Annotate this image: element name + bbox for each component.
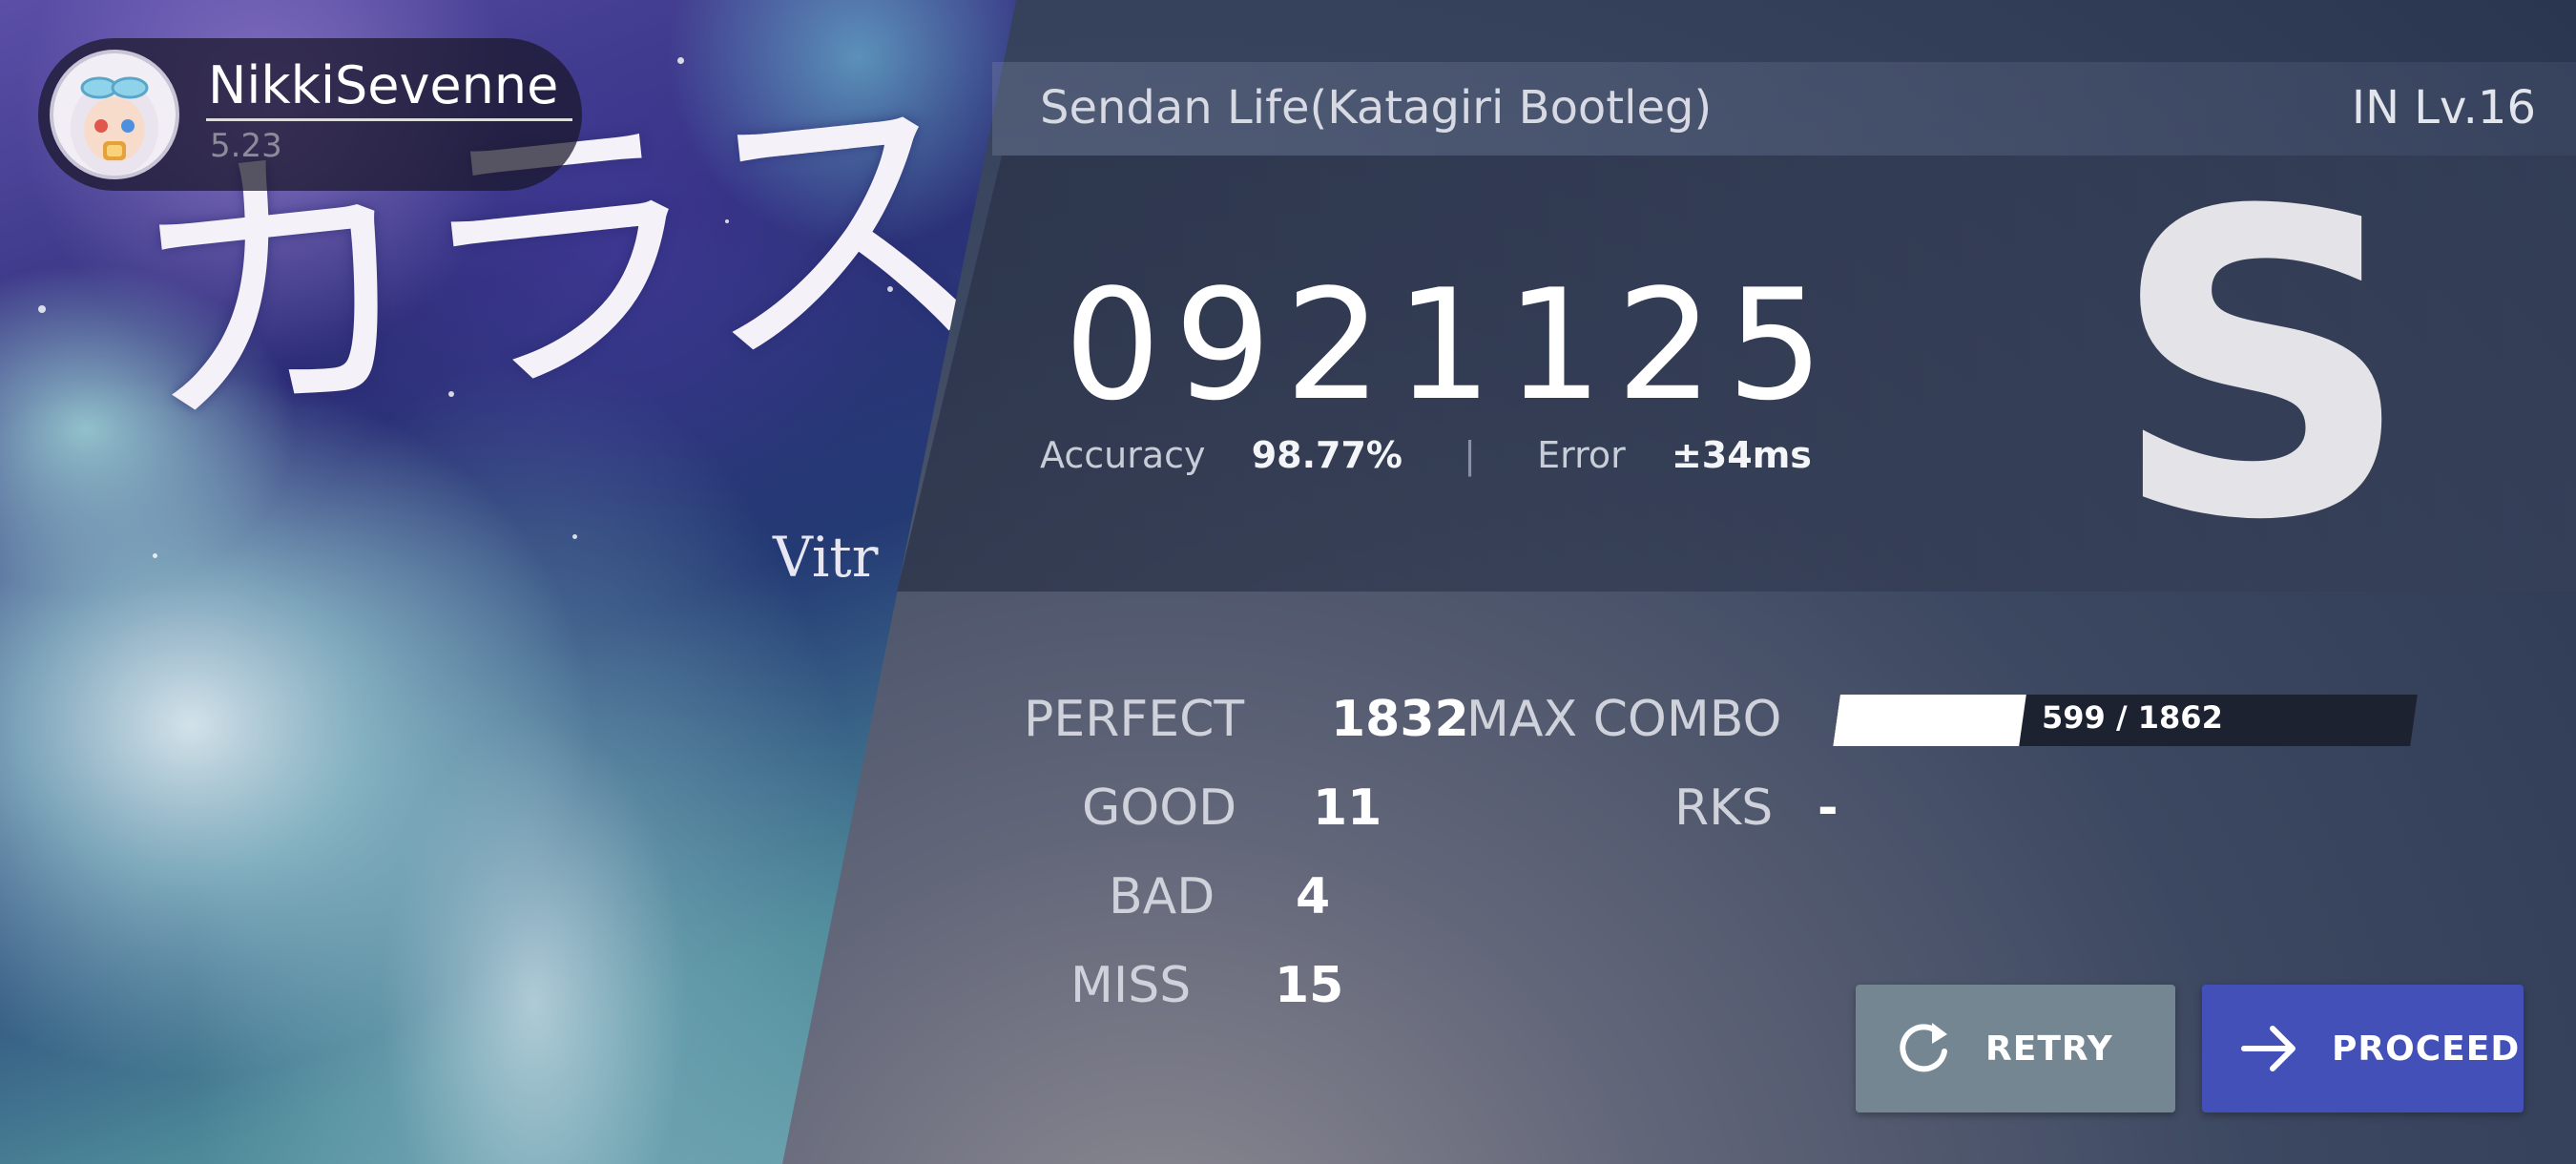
retry-icon <box>1900 1023 1947 1072</box>
error-value: ±34ms <box>1671 434 1812 476</box>
star-decoration <box>153 553 157 558</box>
retry-button[interactable]: RETRY <box>1856 985 2175 1112</box>
rks-label: RKS <box>1674 779 1774 837</box>
proceed-button[interactable]: PROCEED <box>2202 985 2524 1112</box>
good-count: 11 <box>1313 779 1382 837</box>
miss-count: 15 <box>1275 957 1344 1014</box>
error-label: Error <box>1537 434 1626 476</box>
retry-label: RETRY <box>1985 1029 2113 1069</box>
accuracy-row: Accuracy 98.77% | Error ±34ms <box>1040 434 1812 476</box>
stat-separator: | <box>1464 434 1476 476</box>
bad-count: 4 <box>1296 868 1331 925</box>
max-combo-bar-fill <box>1833 695 2026 746</box>
score-value: 0921125 <box>1064 256 1838 434</box>
good-label: GOOD <box>1082 779 1237 837</box>
player-badge: NikkiSevenne 5.23 <box>38 38 582 191</box>
player-name: NikkiSevenne <box>208 55 559 115</box>
player-rks: 5.23 <box>210 127 282 165</box>
proceed-label: PROCEED <box>2332 1029 2521 1069</box>
song-title: Sendan Life(Katagiri Bootleg) <box>1040 81 1713 135</box>
accuracy-label: Accuracy <box>1040 434 1206 476</box>
rks-value: - <box>1818 779 1839 837</box>
accuracy-value: 98.77% <box>1251 434 1402 476</box>
perfect-label: PERFECT <box>1024 691 1245 748</box>
perfect-count: 1832 <box>1331 691 1469 748</box>
rank-grade: S <box>2109 123 2413 612</box>
star-decoration <box>572 534 577 539</box>
avatar-girl-icon <box>50 50 179 179</box>
illustration-subtitle-text: Vitr <box>773 525 879 590</box>
arrow-right-icon <box>2241 1026 2296 1071</box>
max-combo-value: 599 / 1862 <box>2042 699 2223 736</box>
bad-label: BAD <box>1109 868 1215 925</box>
miss-label: MISS <box>1070 957 1192 1014</box>
star-decoration <box>38 305 46 313</box>
max-combo-label: MAX COMBO <box>1466 691 1782 748</box>
player-name-underline <box>206 118 572 121</box>
